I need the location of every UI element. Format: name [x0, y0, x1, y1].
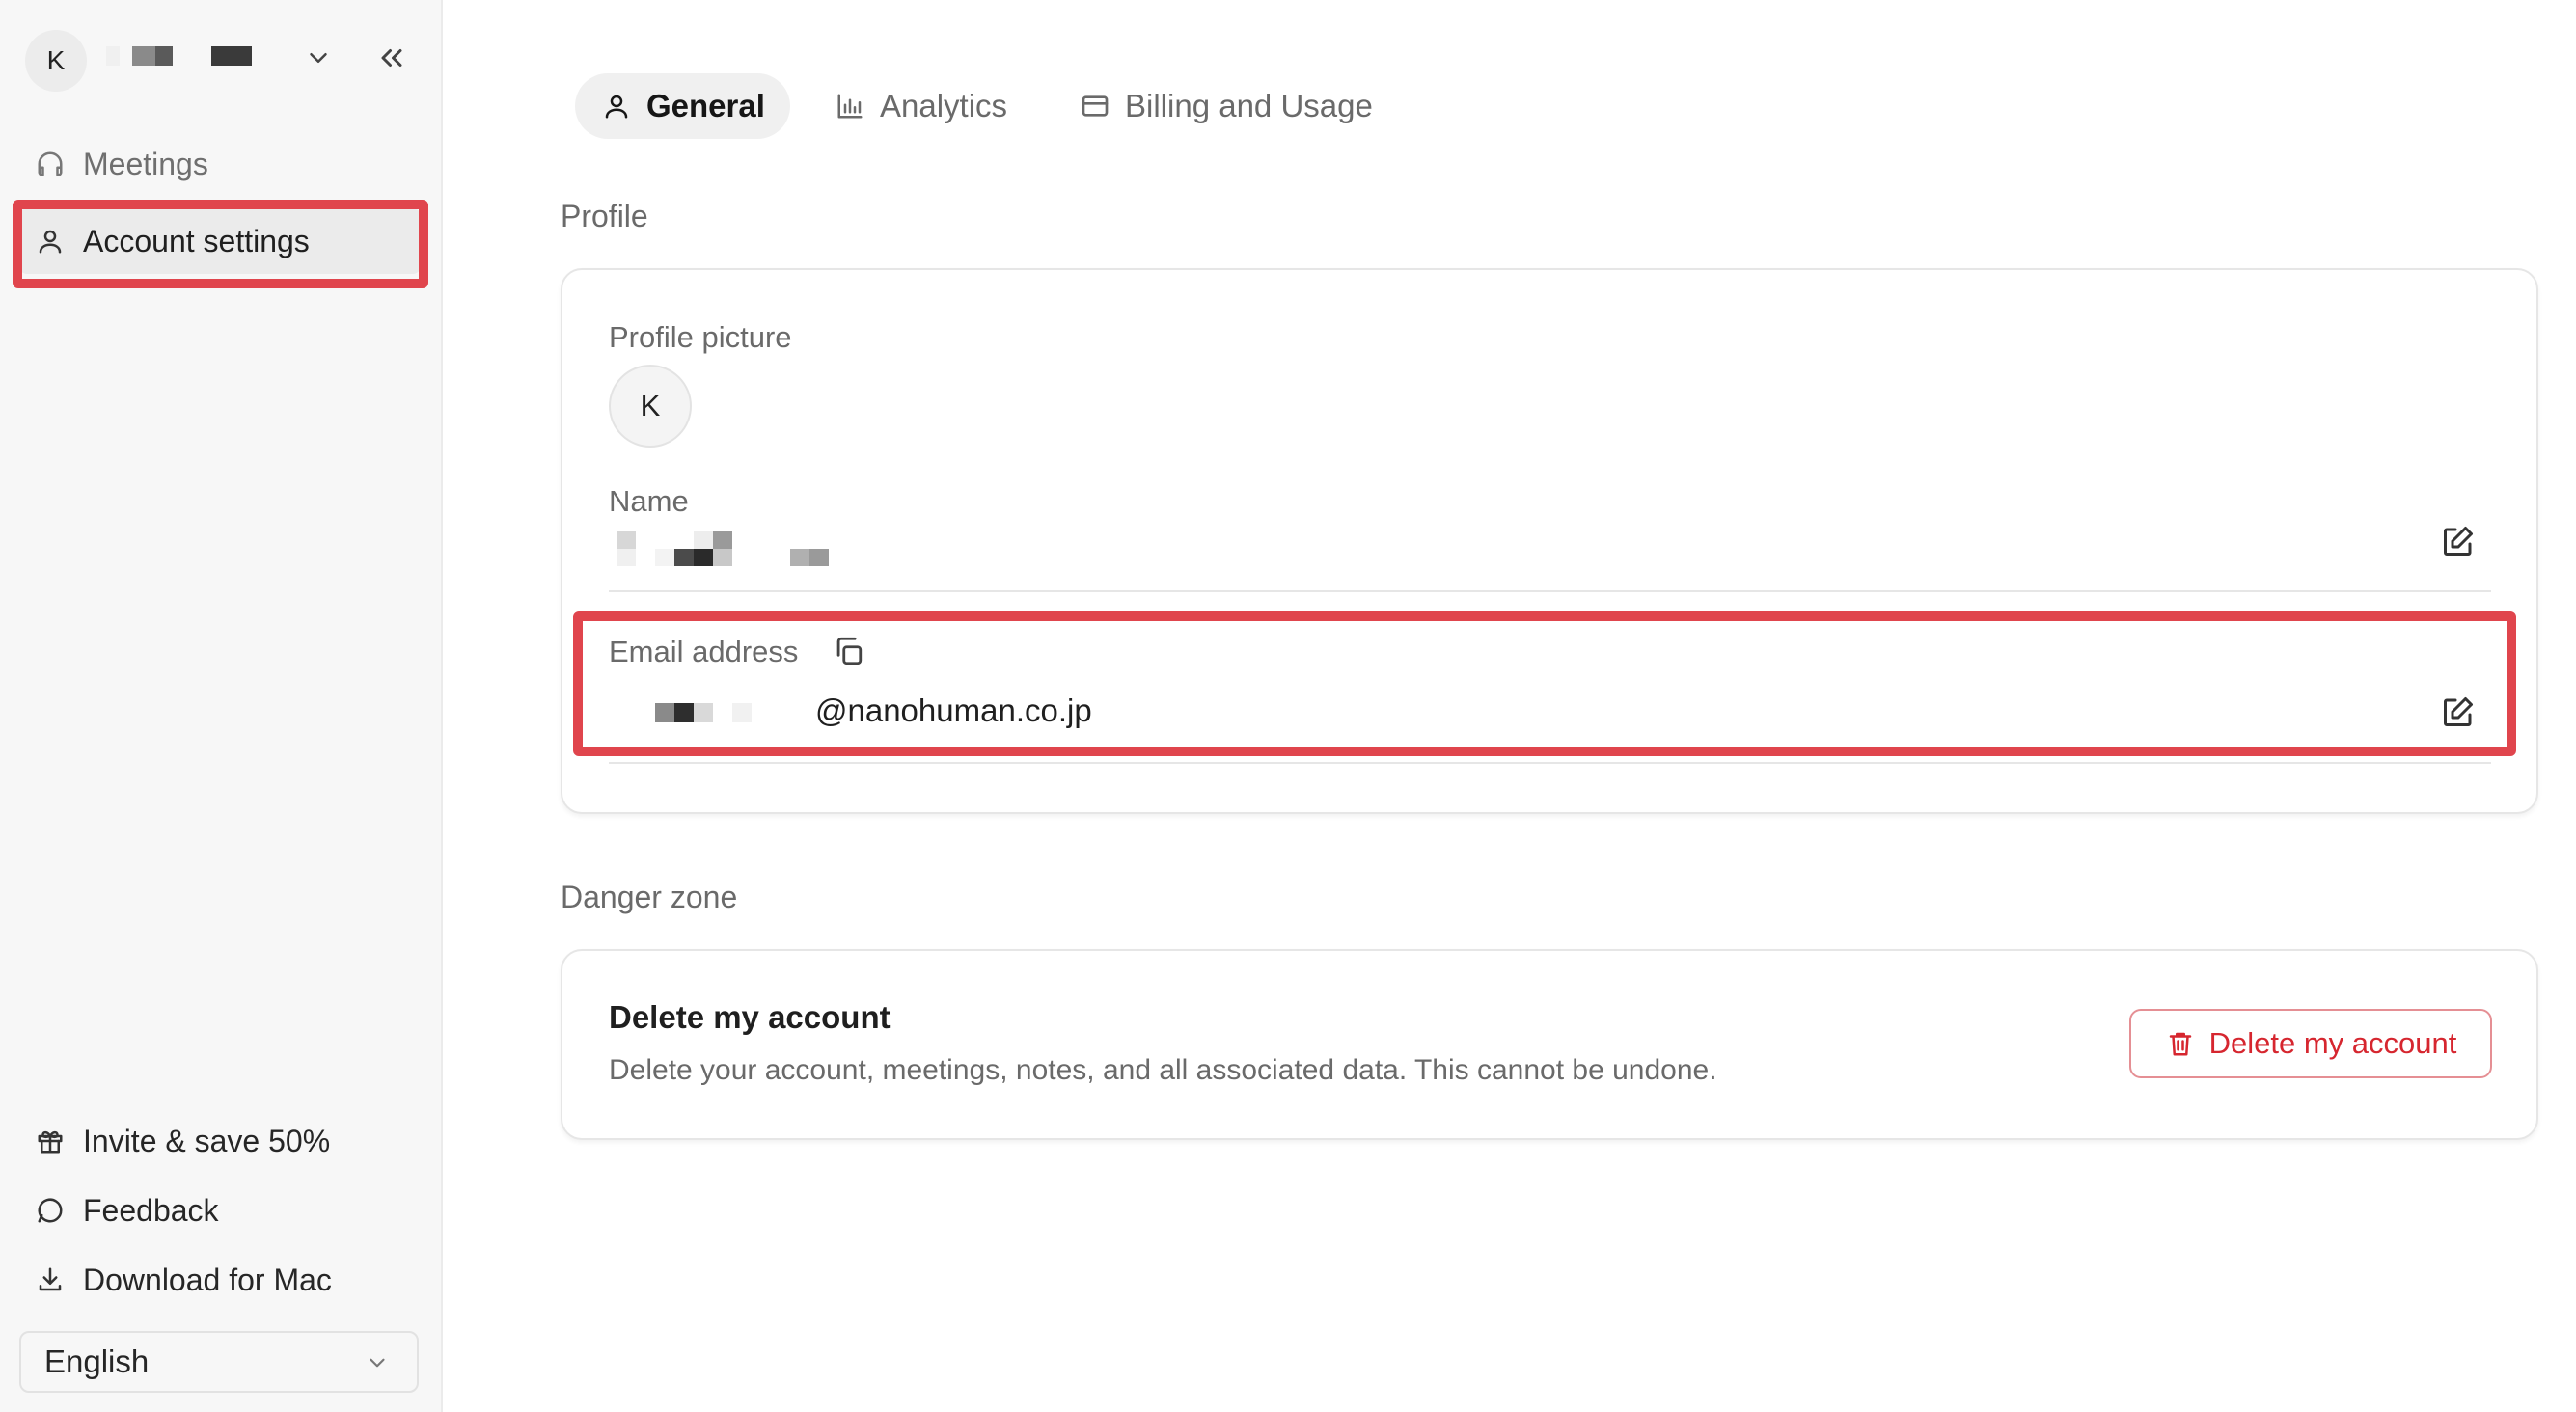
credit-card-icon: [1079, 90, 1111, 122]
profile-avatar[interactable]: K: [609, 365, 692, 448]
edit-name-icon[interactable]: [2441, 524, 2476, 558]
divider: [609, 762, 2491, 764]
sidebar: K Meetings Account settings Invite & sav…: [0, 0, 443, 1412]
chevron-down-icon: [370, 1358, 385, 1368]
sidebar-item-label: Meetings: [83, 146, 208, 181]
email-domain: @nanohuman.co.jp: [815, 692, 1092, 728]
copy-icon[interactable]: [832, 635, 864, 667]
bar-chart-icon: [834, 90, 866, 122]
trash-icon: [2165, 1028, 2196, 1059]
download-mac-button[interactable]: Download for Mac: [19, 1251, 421, 1309]
name-label: Name: [609, 484, 689, 518]
tab-analytics[interactable]: Analytics: [808, 73, 1032, 139]
divider: [609, 590, 2491, 592]
headphones-icon: [35, 149, 66, 179]
workspace-avatar[interactable]: K: [25, 30, 87, 92]
delete-account-button[interactable]: Delete my account: [2129, 1009, 2492, 1078]
invite-button[interactable]: Invite & save 50%: [19, 1112, 421, 1170]
message-circle-icon: [35, 1195, 66, 1226]
download-label: Download for Mac: [83, 1262, 332, 1297]
invite-label: Invite & save 50%: [83, 1123, 331, 1158]
danger-section-title: Danger zone: [561, 880, 738, 914]
chevron-down-icon[interactable]: [304, 43, 333, 72]
tab-general[interactable]: General: [575, 73, 790, 139]
profile-picture-label: Profile picture: [609, 320, 792, 354]
profile-section-title: Profile: [561, 199, 648, 233]
gift-icon: [35, 1126, 66, 1156]
email-label: Email address: [609, 635, 799, 668]
download-icon: [35, 1264, 66, 1295]
feedback-label: Feedback: [83, 1192, 219, 1228]
profile-card: [561, 268, 2538, 814]
delete-account-title: Delete my account: [609, 999, 891, 1035]
delete-account-description: Delete your account, meetings, notes, an…: [609, 1054, 1717, 1086]
sidebar-item-meetings[interactable]: Meetings: [19, 131, 421, 197]
collapse-sidebar-icon[interactable]: [374, 41, 409, 75]
tab-billing-usage[interactable]: Billing and Usage: [1054, 73, 1398, 139]
user-icon: [600, 90, 633, 122]
language-select[interactable]: English: [19, 1331, 419, 1393]
user-icon: [35, 226, 66, 257]
edit-email-icon[interactable]: [2441, 694, 2476, 729]
tab-label: Billing and Usage: [1125, 88, 1373, 123]
language-selected: English: [44, 1344, 150, 1379]
sidebar-item-label: Account settings: [83, 223, 310, 258]
sidebar-item-account-settings[interactable]: Account settings: [19, 208, 421, 274]
tab-label: Analytics: [880, 88, 1008, 123]
tab-label: General: [646, 88, 765, 123]
delete-account-button-label: Delete my account: [2208, 1026, 2457, 1060]
feedback-button[interactable]: Feedback: [19, 1181, 421, 1239]
